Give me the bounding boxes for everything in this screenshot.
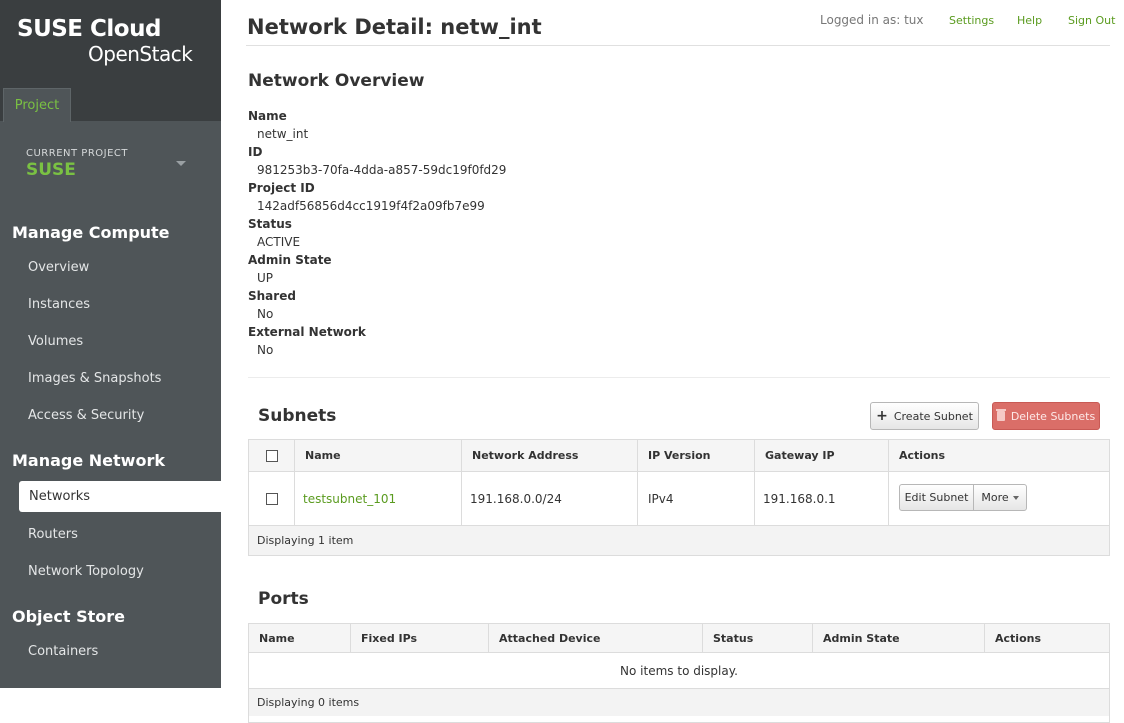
plus-icon: + — [876, 408, 888, 424]
subnets-table: Name Network Address IP Version Gateway … — [248, 439, 1110, 556]
sidebar-heading-network: Manage Network — [12, 451, 165, 470]
row-select-cell — [249, 472, 295, 525]
more-actions-label: More — [981, 491, 1009, 504]
column-header-ip-version[interactable]: IP Version — [638, 440, 755, 471]
sidebar-item-network-topology[interactable]: Network Topology — [28, 564, 144, 579]
ports-table: Name Fixed IPs Attached Device Status Ad… — [248, 623, 1110, 723]
row-checkbox[interactable] — [265, 492, 278, 505]
create-subnet-button[interactable]: + Create Subnet — [870, 402, 979, 430]
section-divider — [248, 377, 1110, 378]
sidebar-item-networks[interactable]: Networks — [19, 481, 221, 512]
column-header-admin-state[interactable]: Admin State — [813, 624, 985, 652]
sidebar: SUSE Cloud OpenStack Project CURRENT PRO… — [0, 0, 221, 688]
column-header-gateway-ip[interactable]: Gateway IP — [755, 440, 889, 471]
more-actions-button[interactable]: More — [973, 484, 1027, 511]
field-value-status: ACTIVE — [257, 235, 301, 249]
select-all-cell — [249, 440, 295, 471]
column-header-name[interactable]: Name — [249, 624, 351, 652]
brand-logo-sub: OpenStack — [88, 42, 193, 66]
empty-row: No items to display. — [620, 663, 738, 678]
subnets-title: Subnets — [258, 406, 337, 426]
subnets-table-header: Name Network Address IP Version Gateway … — [249, 440, 1109, 472]
column-header-network-address[interactable]: Network Address — [462, 440, 638, 471]
delete-subnets-button[interactable]: Delete Subnets — [992, 402, 1100, 430]
column-header-name[interactable]: Name — [295, 440, 462, 471]
field-value-external-network: No — [257, 343, 274, 357]
chevron-down-icon — [1012, 495, 1019, 500]
column-header-actions: Actions — [995, 631, 1041, 645]
field-value-project-id: 142adf56856d4cc1919f4f2a09fb7e99 — [257, 199, 485, 213]
tab-project[interactable]: Project — [3, 88, 71, 122]
sidebar-item-overview[interactable]: Overview — [28, 260, 89, 275]
ports-title: Ports — [258, 589, 309, 609]
sidebar-item-access-security[interactable]: Access & Security — [28, 408, 144, 423]
help-link[interactable]: Help — [1017, 14, 1042, 27]
field-label-status: Status — [248, 217, 292, 231]
sidebar-heading-compute: Manage Compute — [12, 223, 170, 242]
field-value-shared: No — [257, 307, 274, 321]
field-label-external-network: External Network — [248, 325, 366, 339]
field-label-admin-state: Admin State — [248, 253, 332, 267]
select-all-checkbox[interactable] — [265, 449, 278, 462]
page-title: Network Detail: netw_int — [247, 15, 542, 39]
current-project-value[interactable]: SUSE — [26, 160, 76, 180]
column-header-actions: Actions — [899, 449, 945, 462]
create-subnet-label: Create Subnet — [893, 409, 973, 423]
ports-table-header: Name Fixed IPs Attached Device Status Ad… — [249, 624, 1109, 653]
column-header-fixed-ips[interactable]: Fixed IPs — [351, 624, 489, 652]
field-label-name: Name — [248, 109, 287, 123]
sidebar-heading-object-store: Object Store — [12, 607, 125, 626]
field-label-id: ID — [248, 145, 263, 159]
current-project-label: CURRENT PROJECT — [26, 148, 128, 159]
delete-subnets-label: Delete Subnets — [1010, 409, 1096, 423]
column-header-attached-device[interactable]: Attached Device — [489, 624, 703, 652]
overview-title: Network Overview — [248, 71, 425, 91]
field-value-name: netw_int — [257, 127, 309, 141]
subnet-network-address: 191.168.0.0/24 — [462, 472, 638, 525]
subnets-table-footer: Displaying 1 item — [249, 525, 1109, 555]
sidebar-item-volumes[interactable]: Volumes — [28, 334, 83, 349]
sidebar-item-routers[interactable]: Routers — [28, 527, 78, 542]
title-divider — [246, 45, 1110, 46]
column-header-status[interactable]: Status — [703, 624, 813, 652]
sidebar-item-containers[interactable]: Containers — [28, 644, 98, 659]
chevron-down-icon[interactable] — [176, 161, 186, 166]
brand-header: SUSE Cloud OpenStack Project — [0, 0, 221, 122]
edit-subnet-button[interactable]: Edit Subnet — [899, 484, 974, 511]
field-label-project-id: Project ID — [248, 181, 315, 195]
logged-in-text: Logged in as: tux — [820, 13, 924, 27]
subnet-actions-cell: Edit Subnet More — [889, 472, 1109, 525]
trash-icon — [995, 409, 1006, 421]
sidebar-item-images-snapshots[interactable]: Images & Snapshots — [28, 371, 161, 386]
subnet-ip-version: IPv4 — [638, 472, 755, 525]
field-label-shared: Shared — [248, 289, 296, 303]
subnet-name-link[interactable]: testsubnet_101 — [295, 472, 462, 525]
sign-out-link[interactable]: Sign Out — [1068, 14, 1115, 27]
table-row: testsubnet_101 191.168.0.0/24 IPv4 191.1… — [249, 472, 1109, 525]
settings-link[interactable]: Settings — [949, 14, 994, 27]
ports-table-footer: Displaying 0 items — [249, 688, 1109, 716]
field-value-admin-state: UP — [257, 271, 274, 285]
sidebar-item-instances[interactable]: Instances — [28, 297, 90, 312]
field-value-id: 981253b3-70fa-4dda-a857-59dc19f0fd29 — [257, 163, 507, 177]
subnet-gateway-ip: 191.168.0.1 — [755, 472, 889, 525]
brand-logo: SUSE Cloud — [17, 16, 161, 42]
